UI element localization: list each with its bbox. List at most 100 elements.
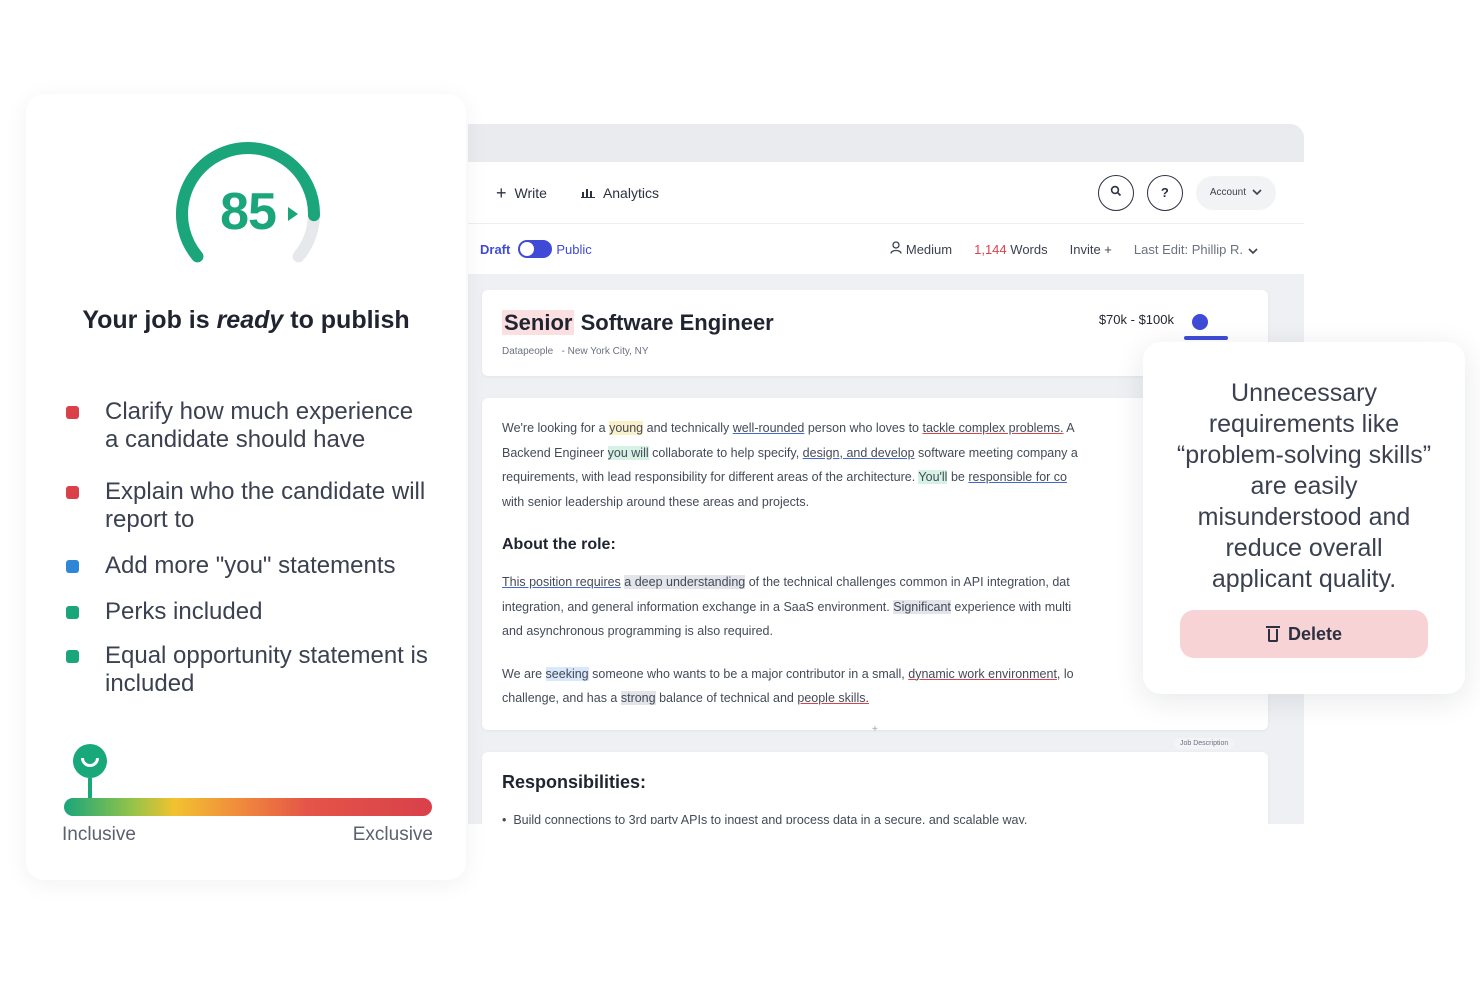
intro-line-3: requirements, with lead responsibility f… — [502, 465, 1248, 490]
flagged-phrase[interactable]: design, and develop — [803, 446, 915, 460]
responsibilities-card[interactable]: Responsibilities: • Build connections to… — [482, 752, 1268, 824]
invite-button[interactable]: Invite + — [1070, 242, 1112, 257]
suggestion-tooltip: Unnecessary requirements like “problem-s… — [1143, 342, 1465, 694]
feedback-checklist: Clarify how much experience a candidate … — [62, 398, 432, 698]
checklist-item-text: Perks included — [105, 598, 263, 625]
annotation-pin-base — [1184, 336, 1228, 340]
checklist-item[interactable]: Clarify how much experience a candidate … — [62, 398, 432, 454]
delete-label: Delete — [1287, 623, 1343, 644]
draft-label: Draft — [480, 241, 511, 257]
trash-icon — [1265, 626, 1280, 642]
reading-level[interactable]: Medium — [890, 241, 952, 257]
write-button[interactable]: + Write — [496, 184, 547, 202]
text-run: lo — [1060, 666, 1074, 681]
salary-range[interactable]: $70k - $100k — [1099, 312, 1174, 327]
flagged-phrase[interactable]: a deep understanding — [624, 575, 746, 589]
text-run: and technically — [643, 421, 733, 435]
flagged-phrase[interactable]: responsible for co — [968, 470, 1067, 484]
search-icon — [1110, 185, 1122, 200]
checklist-item-text: Explain who the candidate will report to — [105, 478, 426, 533]
ready-title-suffix: to publish — [283, 306, 410, 334]
status-dot-icon — [66, 406, 79, 419]
help-icon: ? — [1160, 185, 1169, 200]
flagged-phrase[interactable]: young — [609, 421, 644, 435]
account-label: Account — [1209, 187, 1246, 198]
flagged-phrase[interactable]: dynamic work environment, — [908, 667, 1060, 681]
checklist-item-text: Equal opportunity statement is included — [105, 642, 428, 697]
job-meta: Datapeople - New York City, NY — [502, 346, 1248, 357]
chevron-down-icon — [1248, 242, 1258, 257]
word-count: 1,144 Words — [974, 242, 1048, 257]
flagged-phrase[interactable]: seeking — [545, 666, 589, 681]
flagged-phrase[interactable]: strong — [620, 691, 656, 705]
text-run: someone who wants to be a major contribu… — [588, 666, 909, 681]
seeking-line-1: We are seeking someone who wants to be a… — [502, 662, 1248, 687]
flagged-phrase[interactable]: This position requires — [502, 575, 621, 589]
checklist-item[interactable]: Perks included — [62, 598, 432, 626]
text-run: and asynchronous programming is also req… — [502, 624, 773, 638]
job-title-flagged-word[interactable]: Senior — [502, 310, 575, 335]
search-button[interactable] — [1097, 174, 1134, 211]
status-dot-icon — [66, 650, 79, 663]
flagged-phrase[interactable]: well-rounded — [733, 421, 805, 435]
checklist-item[interactable]: Add more "you" statements — [62, 552, 432, 580]
flagged-phrase[interactable]: Significant — [893, 599, 951, 614]
editor-top-strip — [468, 124, 1304, 162]
ready-title-prefix: Your job is — [82, 306, 217, 334]
job-description-tag: Job Description — [1174, 738, 1235, 749]
plus-icon: + — [496, 182, 507, 203]
flagged-phrase[interactable]: people skills. — [797, 691, 869, 705]
toggle-knob — [520, 242, 535, 256]
account-menu-button[interactable]: Account — [1195, 175, 1276, 210]
checklist-item[interactable]: Equal opportunity statement is included — [62, 642, 432, 698]
flagged-phrase[interactable]: tackle complex problems. — [922, 421, 1063, 435]
text-run: requirements, with lead responsibility f… — [502, 470, 919, 484]
text-run: be — [947, 470, 969, 484]
exclusive-label: Exclusive — [352, 824, 433, 845]
analytics-label: Analytics — [602, 184, 659, 201]
about-line-3: and asynchronous programming is also req… — [502, 619, 1248, 644]
text-run: A — [1063, 421, 1075, 435]
about-line-2: integration, and general information exc… — [502, 595, 1248, 620]
checklist-item-text: Add more "you" statements — [105, 552, 396, 579]
word-count-label: Words — [1010, 241, 1048, 257]
text-run: We're looking for a — [502, 421, 610, 435]
status-dot-icon — [66, 606, 79, 619]
analytics-button[interactable]: Analytics — [580, 184, 659, 201]
job-title-rest: Software Engineer — [574, 310, 774, 335]
company-name: Datapeople — [502, 346, 554, 357]
draft-public-toggle[interactable] — [518, 240, 553, 258]
text-run: challenge, and has a — [502, 691, 621, 705]
inclusive-exclusive-scale — [64, 798, 432, 816]
text-run: person who loves to — [804, 421, 923, 435]
about-line-1: This position requires a deep understand… — [502, 570, 1248, 595]
bar-chart-icon — [580, 185, 595, 201]
add-section-icon[interactable]: + — [872, 724, 878, 735]
editor-status-bar: Draft Public Medium 1,144 Words Invite +… — [468, 224, 1304, 274]
flagged-phrase[interactable]: you will — [607, 445, 649, 460]
text-run: balance of technical and — [655, 691, 798, 705]
delete-button[interactable]: Delete — [1180, 610, 1428, 658]
last-edit-dropdown[interactable]: Last Edit: Phillip R. — [1134, 242, 1258, 257]
help-button[interactable]: ? — [1146, 174, 1183, 211]
last-edit-label: Last Edit: Phillip R. — [1133, 241, 1243, 257]
suggestion-message: Unnecessary requirements like “problem-s… — [1176, 379, 1432, 593]
write-label: Write — [514, 184, 547, 201]
intro-line-2: Backend Engineer you will collaborate to… — [502, 441, 1248, 466]
inclusivity-score-panel: 85 Your job is ready to publish Clarify … — [26, 94, 466, 880]
annotation-pin-icon[interactable] — [1192, 314, 1208, 330]
score-value: 85 — [220, 183, 277, 241]
ready-title-emphasis: ready — [216, 306, 284, 334]
smiley-marker-stem — [87, 778, 92, 800]
seeking-line-2: challenge, and has a strong balance of t… — [502, 686, 1248, 711]
status-right-group: Medium 1,144 Words Invite + Last Edit: P… — [890, 241, 1292, 257]
editor-toolbar: + Write Analytics ? Account — [468, 162, 1304, 224]
text-run: Backend Engineer — [502, 445, 608, 460]
checklist-item-text: Clarify how much experience a candidate … — [105, 398, 414, 453]
person-icon — [890, 241, 902, 257]
flagged-phrase[interactable]: You'll — [918, 470, 948, 484]
checklist-item[interactable]: Explain who the candidate will report to — [62, 478, 432, 534]
text-run: integration, and general information exc… — [502, 599, 894, 614]
text-run: with senior leadership around these area… — [502, 494, 810, 509]
ready-to-publish-title: Your job is ready to publish — [66, 304, 426, 337]
